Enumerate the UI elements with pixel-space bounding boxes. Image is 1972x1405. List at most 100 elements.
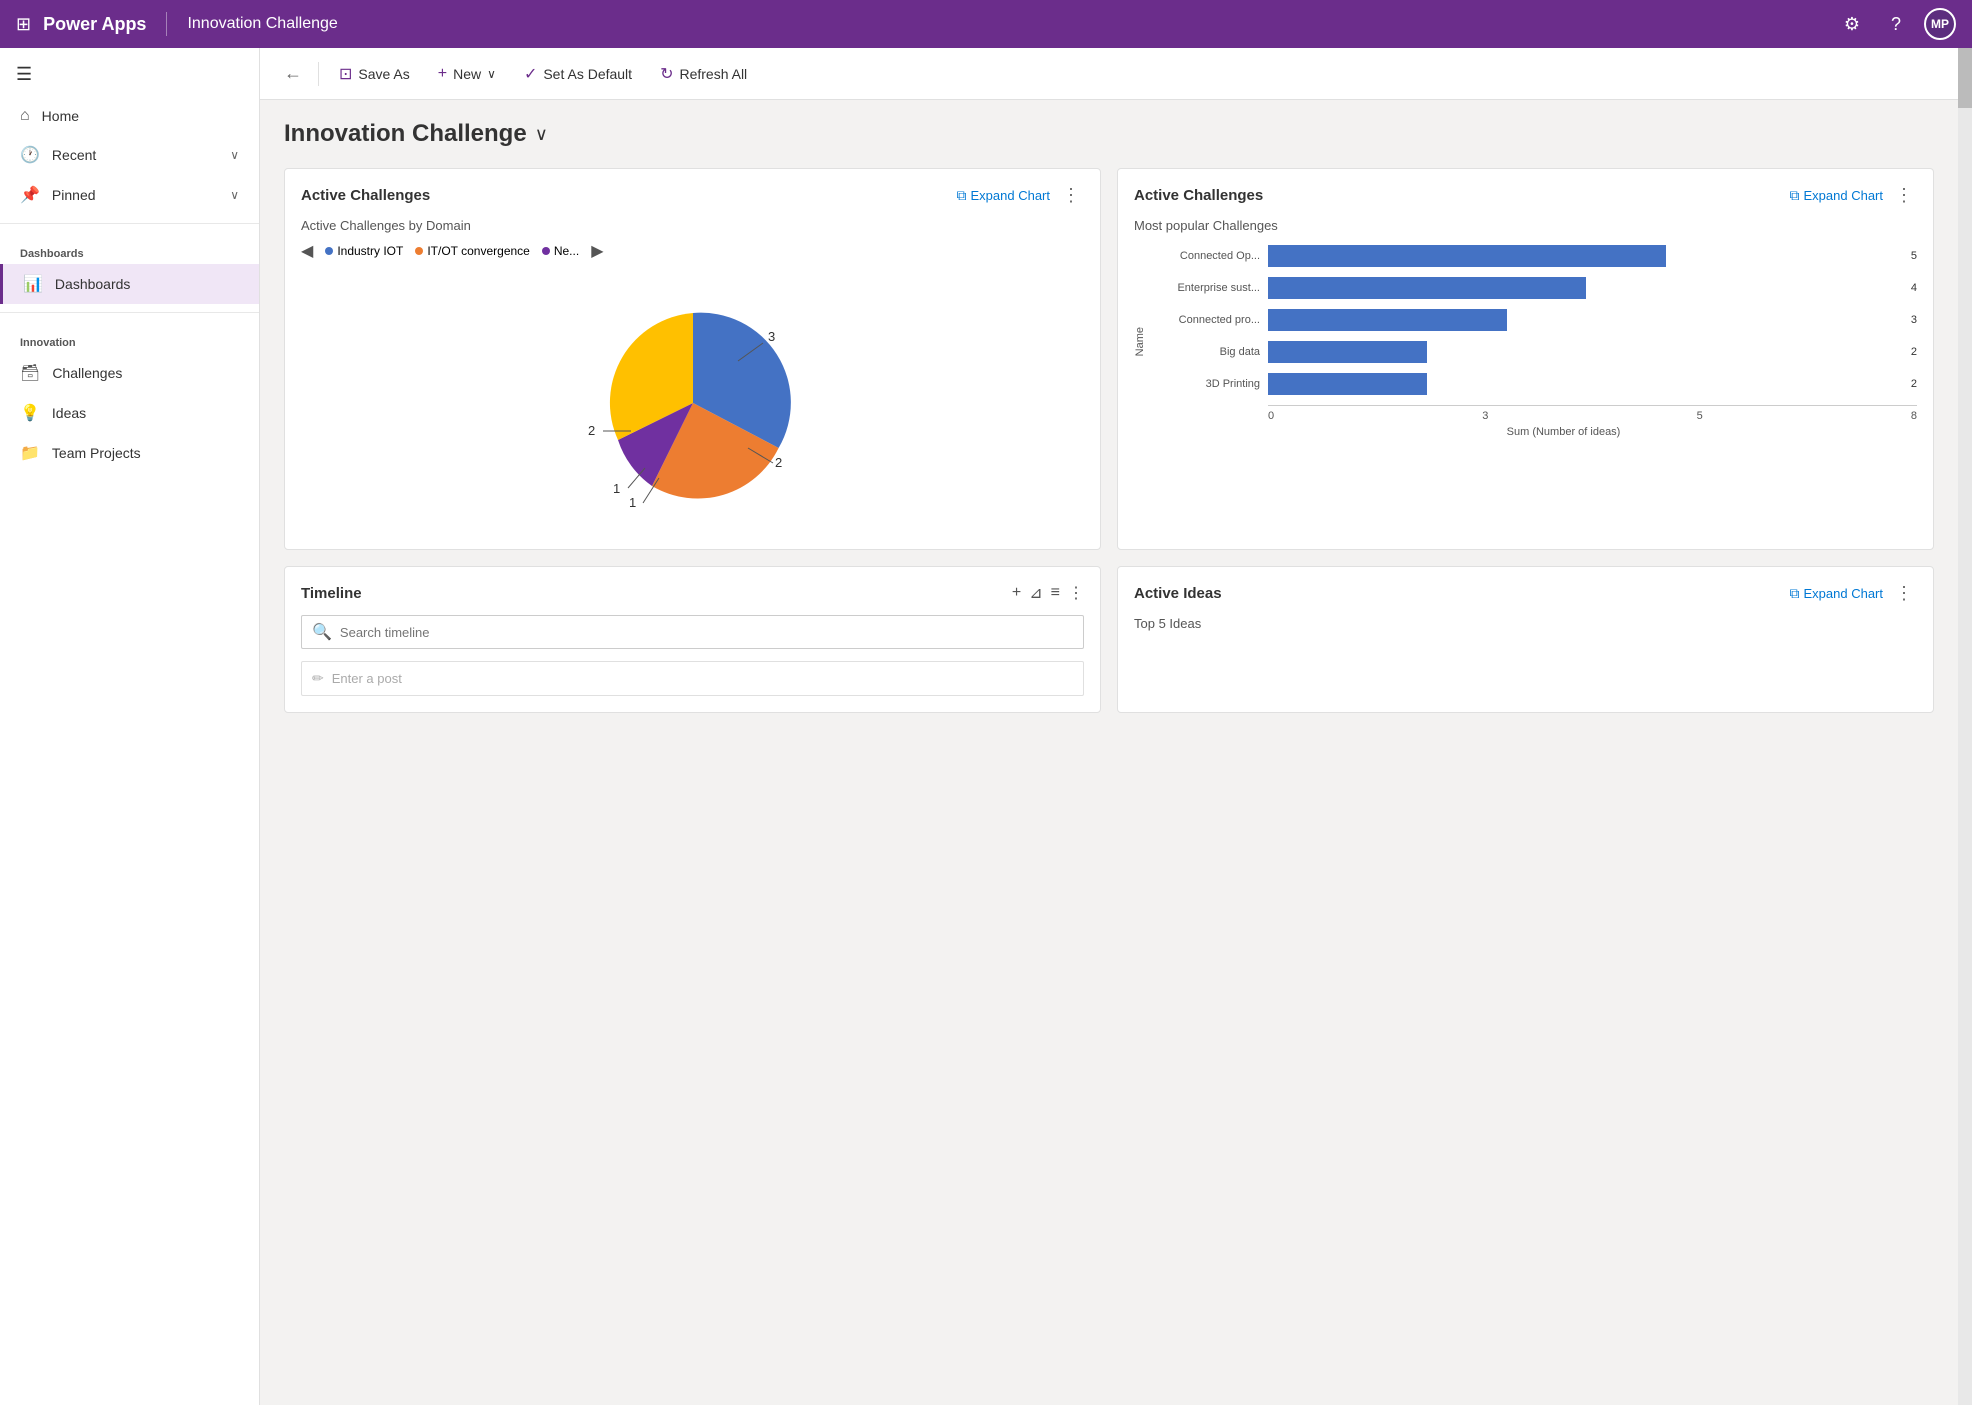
bar-label-1: Connected Op... — [1150, 250, 1260, 262]
bar-value-4: 2 — [1911, 346, 1917, 358]
help-icon[interactable]: ? — [1880, 8, 1912, 40]
timeline-add-button[interactable]: + — [1012, 583, 1021, 603]
pie-more-icon[interactable]: ⋮ — [1058, 185, 1084, 206]
sidebar-divider-1 — [0, 223, 259, 224]
topbar-page-title: Innovation Challenge — [187, 15, 337, 33]
sidebar-item-dashboards-label: Dashboards — [55, 276, 131, 292]
bar-track-4 — [1268, 341, 1905, 363]
set-default-button[interactable]: ✓ Set As Default — [512, 58, 644, 90]
search-icon: 🔍 — [312, 622, 332, 642]
new-button[interactable]: + New ∨ — [426, 59, 508, 89]
bar-row-2: Enterprise sust... 4 — [1150, 277, 1917, 299]
bar-expand-button[interactable]: ⧉ Expand Chart — [1790, 187, 1884, 204]
active-ideas-card: Active Ideas ⧉ Expand Chart ⋮ Top 5 Idea… — [1117, 566, 1934, 713]
page-title-area: Innovation Challenge ∨ — [284, 120, 1934, 148]
legend-nav-right[interactable]: ▶ — [591, 241, 603, 261]
dashboards-section-label: Dashboards — [0, 232, 259, 264]
bar-chart-wrapper: Name Connected Op... 5 Ent — [1134, 245, 1917, 438]
legend-nav-left[interactable]: ◀ — [301, 241, 313, 261]
new-chevron-icon[interactable]: ∨ — [487, 67, 496, 81]
pie-label-2-yellow: 2 — [588, 423, 595, 438]
x-tick-5: 5 — [1697, 410, 1703, 422]
ideas-more-icon[interactable]: ⋮ — [1891, 583, 1917, 604]
sidebar-item-pinned-label: Pinned — [52, 187, 96, 203]
checkmark-icon: ✓ — [524, 64, 537, 84]
legend-dot-2 — [415, 247, 423, 255]
pie-label-3: 3 — [768, 329, 775, 344]
pie-card-header: Active Challenges ⧉ Expand Chart ⋮ — [301, 185, 1084, 206]
app-brand: Power Apps — [43, 14, 146, 35]
chevron-down-icon-2: ∨ — [230, 188, 239, 202]
timeline-more-button[interactable]: ⋮ — [1068, 583, 1084, 603]
expand-chart-icon-2: ⧉ — [1790, 187, 1800, 204]
dashboard-grid: Active Challenges ⧉ Expand Chart ⋮ Activ… — [284, 168, 1934, 713]
scrollbar[interactable] — [1958, 48, 1972, 1405]
sidebar-item-challenges[interactable]: 🗃 Challenges — [0, 353, 259, 393]
x-axis-label: Sum (Number of ideas) — [1210, 426, 1917, 438]
chevron-down-icon: ∨ — [230, 148, 239, 162]
bar-value-2: 4 — [1911, 282, 1917, 294]
pencil-icon: ✏ — [312, 670, 324, 687]
enter-post-area[interactable]: ✏ Enter a post — [301, 661, 1084, 696]
sidebar-item-team-projects[interactable]: 📁 Team Projects — [0, 433, 259, 473]
x-tick-0: 0 — [1268, 410, 1274, 422]
timeline-filter-button[interactable]: ⊿ — [1029, 583, 1042, 603]
bar-row-5: 3D Printing 2 — [1150, 373, 1917, 395]
pie-legend: ◀ Industry IOT IT/OT convergence Ne... — [301, 241, 1084, 261]
hamburger-menu[interactable]: ☰ — [0, 56, 259, 93]
bar-chart-subtitle: Most popular Challenges — [1134, 218, 1917, 233]
sidebar-item-dashboards[interactable]: 📊 Dashboards — [0, 264, 259, 304]
sidebar-item-pinned[interactable]: 📌 Pinned ∨ — [0, 175, 259, 215]
content-area: Innovation Challenge ∨ Active Challenges… — [260, 100, 1958, 1405]
pie-expand-button[interactable]: ⧉ Expand Chart — [957, 187, 1051, 204]
bar-fill-5 — [1268, 373, 1427, 395]
timeline-actions: + ⊿ ≡ ⋮ — [1012, 583, 1084, 603]
toolbar: ← ⊡ Save As + New ∨ ✓ Set As Default ↻ R… — [260, 48, 1958, 100]
bar-more-icon[interactable]: ⋮ — [1891, 185, 1917, 206]
legend-item-2: IT/OT convergence — [415, 244, 530, 258]
sidebar-item-home[interactable]: ⌂ Home — [0, 97, 259, 135]
dashboard-icon: 📊 — [23, 274, 43, 294]
bar-track-3 — [1268, 309, 1905, 331]
timeline-card: Timeline + ⊿ ≡ ⋮ 🔍 ✏ Ent — [284, 566, 1101, 713]
pie-chart-svg: 3 2 1 2 1 — [563, 283, 823, 523]
page-title-caret[interactable]: ∨ — [535, 124, 548, 145]
recent-icon: 🕐 — [20, 145, 40, 165]
refresh-icon: ↻ — [660, 64, 673, 84]
page-title: Innovation Challenge — [284, 120, 527, 148]
bar-track-5 — [1268, 373, 1905, 395]
team-projects-icon: 📁 — [20, 443, 40, 463]
active-challenges-bar-card: Active Challenges ⧉ Expand Chart ⋮ Most … — [1117, 168, 1934, 550]
bar-label-5: 3D Printing — [1150, 378, 1260, 390]
sidebar-item-recent[interactable]: 🕐 Recent ∨ — [0, 135, 259, 175]
settings-icon[interactable]: ⚙ — [1836, 8, 1868, 40]
refresh-button[interactable]: ↻ Refresh All — [648, 58, 759, 90]
sidebar: ☰ ⌂ Home 🕐 Recent ∨ 📌 Pinned ∨ Dashboard… — [0, 48, 260, 1405]
app-grid-icon[interactable]: ⊞ — [16, 14, 31, 35]
ideas-card-title: Active Ideas — [1134, 585, 1222, 602]
pie-label-1-b: 1 — [629, 495, 636, 510]
bar-card-title: Active Challenges — [1134, 187, 1263, 204]
legend-label-2: IT/OT convergence — [427, 244, 530, 258]
sidebar-item-recent-label: Recent — [52, 147, 96, 163]
pin-icon: 📌 — [20, 185, 40, 205]
ideas-card-header: Active Ideas ⧉ Expand Chart ⋮ — [1134, 583, 1917, 604]
main-layout: ☰ ⌂ Home 🕐 Recent ∨ 📌 Pinned ∨ Dashboard… — [0, 48, 1972, 1405]
scroll-thumb[interactable] — [1958, 48, 1972, 108]
legend-dot-1 — [325, 247, 333, 255]
topbar: ⊞ Power Apps Innovation Challenge ⚙ ? MP — [0, 0, 1972, 48]
save-as-button[interactable]: ⊡ Save As — [327, 58, 422, 90]
avatar[interactable]: MP — [1924, 8, 1956, 40]
bar-label-4: Big data — [1150, 346, 1260, 358]
bar-track-2 — [1268, 277, 1905, 299]
ideas-expand-button[interactable]: ⧉ Expand Chart — [1790, 585, 1884, 602]
bar-track-1 — [1268, 245, 1905, 267]
sidebar-divider-2 — [0, 312, 259, 313]
pie-label-2-orange: 2 — [775, 455, 782, 470]
pie-chart-subtitle: Active Challenges by Domain — [301, 218, 1084, 233]
home-icon: ⌂ — [20, 107, 30, 125]
search-input[interactable] — [340, 625, 1073, 640]
timeline-sort-button[interactable]: ≡ — [1051, 583, 1060, 603]
back-button[interactable]: ← — [276, 57, 310, 90]
sidebar-item-ideas[interactable]: 💡 Ideas — [0, 393, 259, 433]
